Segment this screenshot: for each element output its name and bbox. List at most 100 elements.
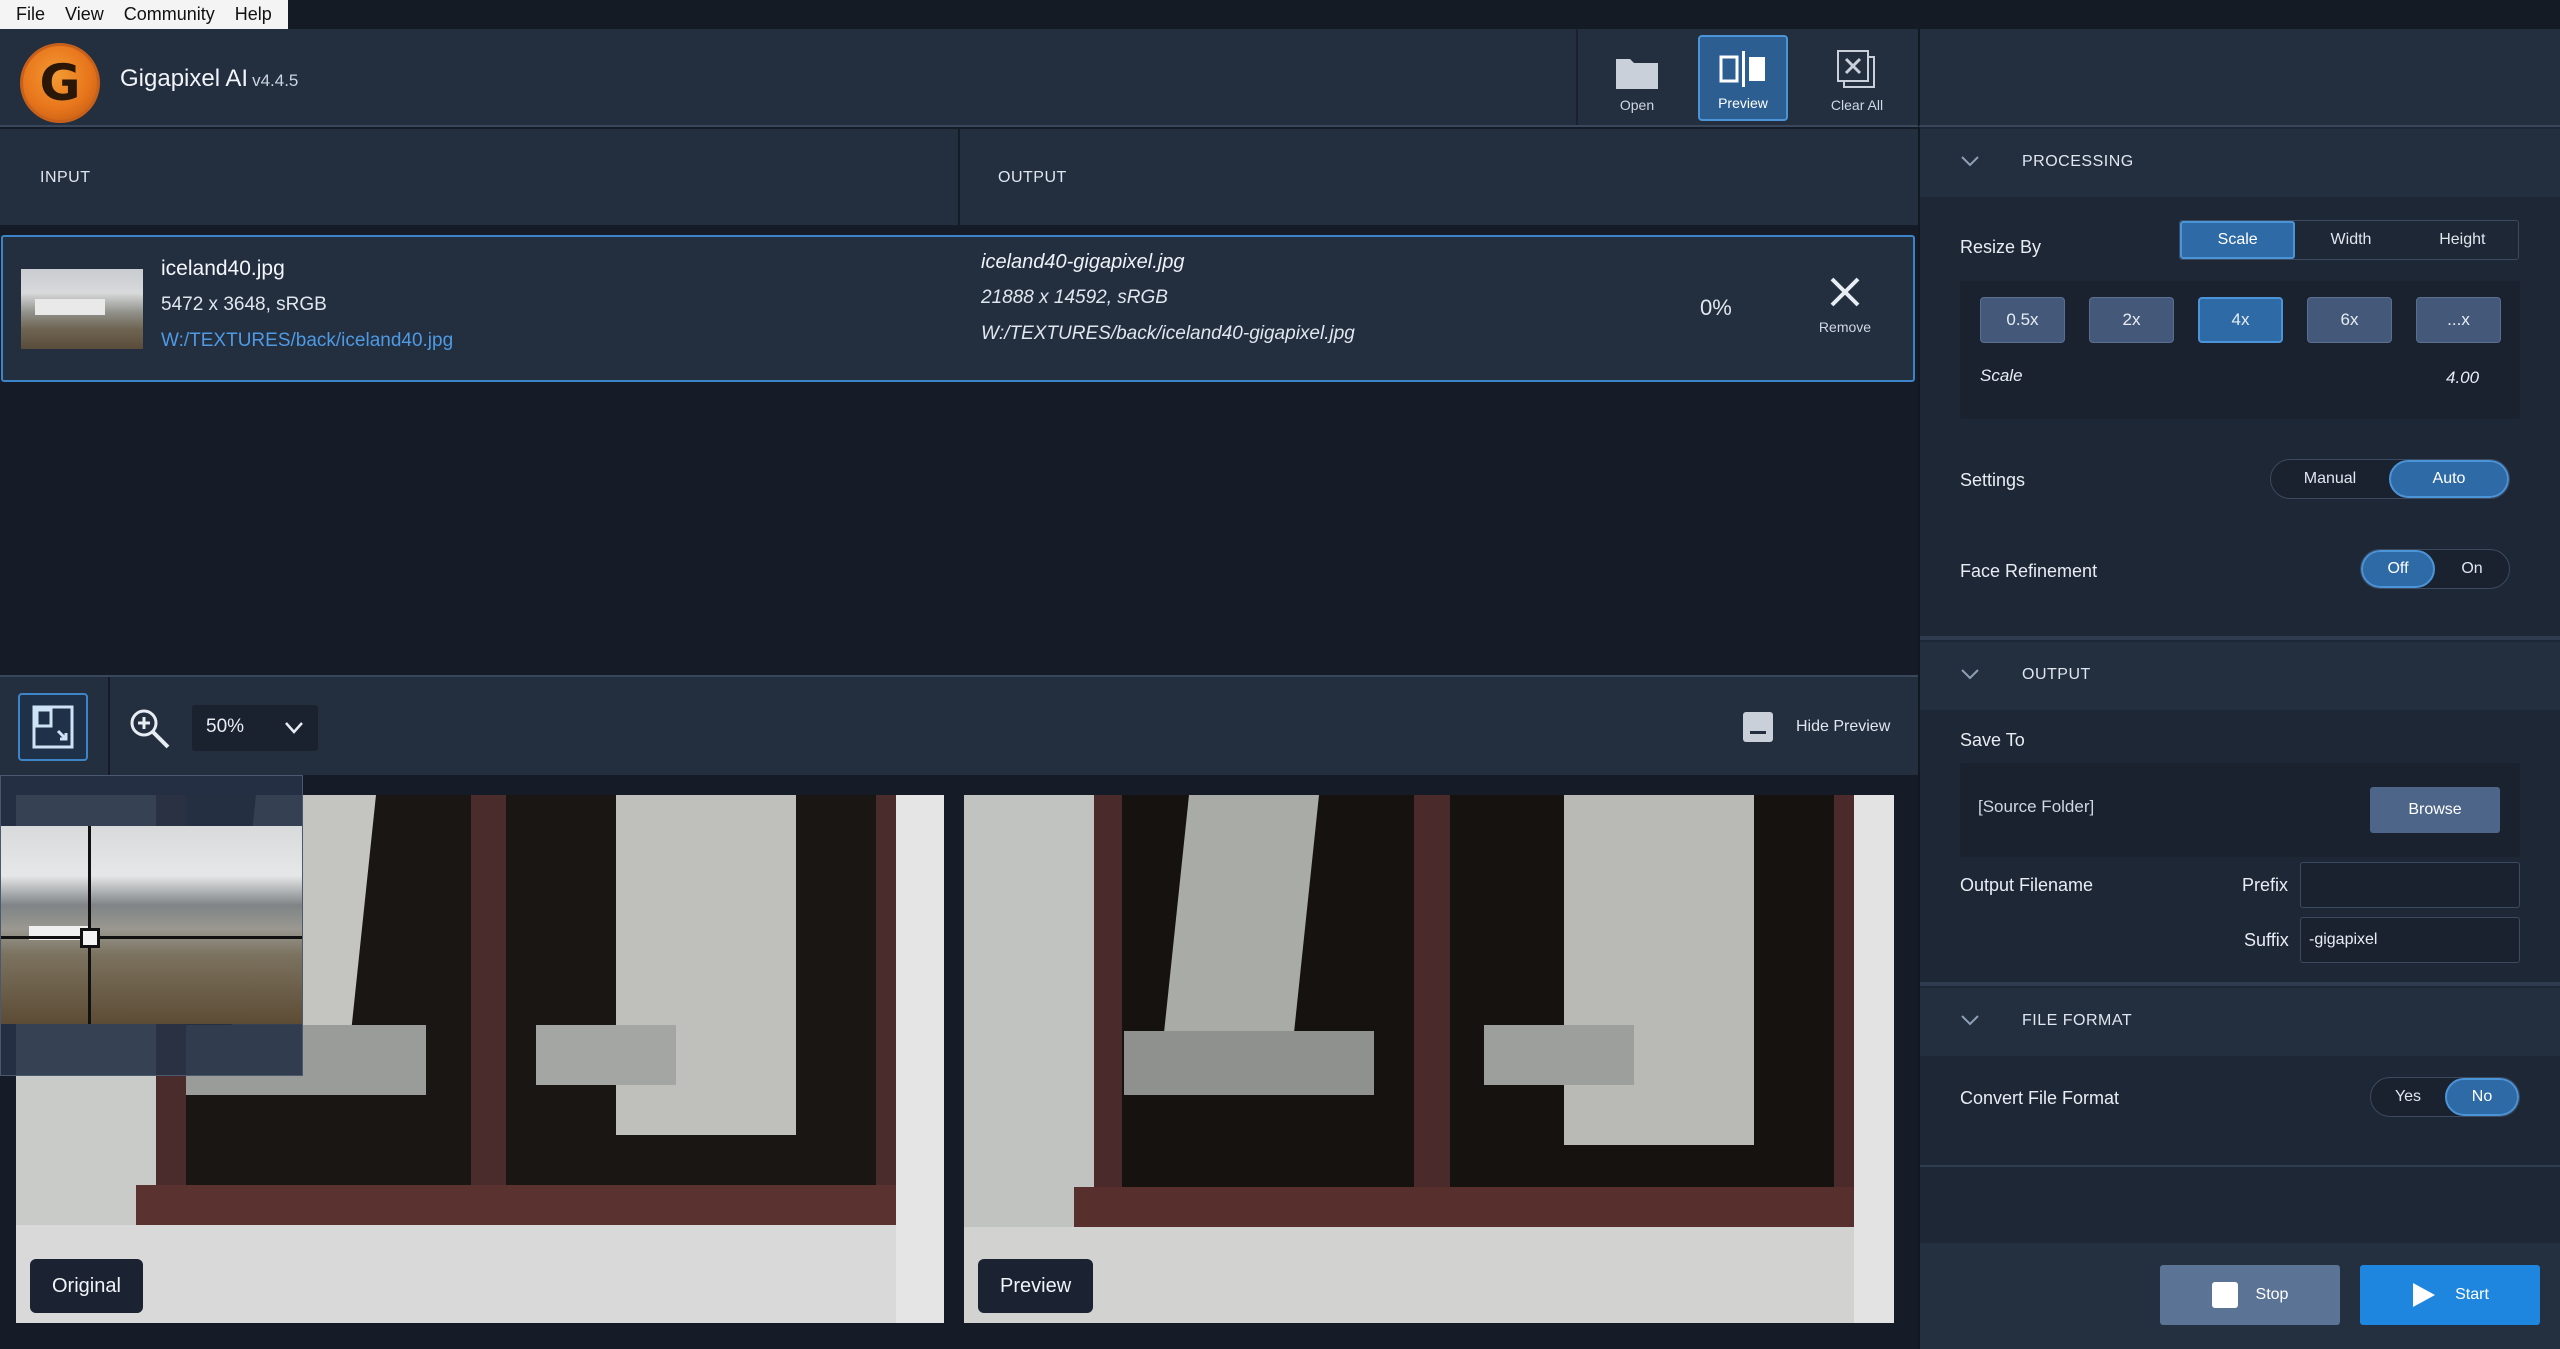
navigator-crosshair-horizontal: [1, 936, 302, 939]
face-refinement-off-option[interactable]: Off: [2361, 550, 2435, 588]
navigator-viewport-handle[interactable]: [80, 928, 100, 948]
face-refinement-toggle: Off On: [2360, 549, 2510, 589]
clear-all-icon: [1837, 50, 1875, 88]
convert-format-no-option[interactable]: No: [2445, 1078, 2519, 1116]
processing-section-header[interactable]: PROCESSING: [1920, 129, 2560, 197]
output-title: OUTPUT: [2022, 666, 2091, 683]
file-format-section-header[interactable]: FILE FORMAT: [1920, 988, 2560, 1056]
output-dimensions: 21888 x 14592, sRGB: [981, 287, 1168, 308]
menu-community[interactable]: Community: [114, 4, 225, 25]
preview-image: [964, 795, 1894, 1323]
face-refinement-label: Face Refinement: [1960, 561, 2098, 581]
navigator-crosshair-vertical: [88, 826, 91, 1024]
suffix-input[interactable]: -gigapixel: [2300, 917, 2520, 963]
convert-format-label: Convert File Format: [1960, 1088, 2120, 1108]
menu-help[interactable]: Help: [225, 4, 282, 25]
resize-tab-width[interactable]: Width: [2295, 221, 2406, 259]
suffix-label: Suffix: [2244, 930, 2289, 950]
navigator-icon: [32, 705, 74, 749]
stop-icon: [2211, 1282, 2238, 1308]
browse-button[interactable]: Browse: [2370, 787, 2500, 833]
prefix-input[interactable]: [2300, 862, 2520, 908]
settings-label: Settings: [1960, 470, 2026, 490]
clear-all-button[interactable]: Clear All: [1812, 35, 1902, 121]
chevron-down-icon: [285, 722, 303, 734]
file-row[interactable]: iceland40.jpg 5472 x 3648, sRGB W:/TEXTU…: [1, 235, 1915, 382]
open-label: Open: [1619, 97, 1655, 113]
input-column-header: INPUT: [40, 169, 91, 186]
file-thumbnail: [21, 269, 143, 349]
output-column-header: OUTPUT: [998, 169, 1067, 186]
chevron-down-icon: [1961, 156, 1979, 167]
hide-preview-button[interactable]: Hide Preview: [1742, 711, 1890, 743]
chevron-down-icon: [1961, 1015, 1979, 1026]
folder-icon: [1616, 59, 1658, 89]
progress-percent: 0%: [1700, 295, 1732, 320]
save-folder: [Source Folder]: [1978, 797, 2095, 816]
input-path-link[interactable]: W:/TEXTURES/back/iceland40.jpg: [161, 330, 453, 352]
preview-toggle-label: Preview: [1718, 95, 1768, 111]
app-logo: G: [20, 43, 100, 123]
face-refinement-on-option[interactable]: On: [2435, 550, 2509, 588]
resize-by-tabs: Scale Width Height: [2179, 220, 2519, 260]
navigator-panel[interactable]: [0, 775, 303, 1076]
app-name: Gigapixel AI: [120, 65, 249, 92]
navigator-thumbnail: [1, 826, 302, 1024]
scale-custom-button[interactable]: ...x: [2416, 297, 2501, 343]
remove-button[interactable]: Remove: [1815, 275, 1875, 335]
start-button[interactable]: Start: [2360, 1265, 2540, 1325]
section-divider: [1920, 1165, 2560, 1167]
menu-items: File View Community Help: [0, 0, 288, 29]
scale-label: Scale: [1980, 366, 2023, 385]
chevron-down-icon: [1961, 669, 1979, 680]
resize-tab-height[interactable]: Height: [2407, 221, 2518, 259]
file-format-title: FILE FORMAT: [2022, 1012, 2133, 1029]
settings-manual-option[interactable]: Manual: [2271, 460, 2389, 498]
scale-4x-button[interactable]: 4x: [2198, 297, 2283, 343]
thumbnail-house: [35, 299, 105, 315]
scale-value[interactable]: 4.00: [2446, 368, 2479, 388]
navigator-toggle-button[interactable]: [18, 693, 88, 761]
output-filename-label: Output Filename: [1960, 875, 2094, 895]
scale-options: 0.5x 2x 4x 6x ...x Scale 4.00: [1960, 281, 2520, 419]
column-divider: [958, 129, 960, 225]
save-to-box: [Source Folder] Browse: [1960, 763, 2520, 857]
processing-title: PROCESSING: [2022, 153, 2134, 170]
preview-toolbar: 50% Hide Preview: [0, 675, 1918, 775]
hide-preview-label: Hide Preview: [1796, 718, 1891, 735]
stop-button[interactable]: Stop: [2160, 1265, 2340, 1325]
app-version: v4.4.5: [252, 71, 299, 90]
preview-toggle-button[interactable]: Preview: [1698, 35, 1788, 121]
zoom-in-icon[interactable]: [128, 707, 172, 751]
app-title: Gigapixel AI v4.4.5: [120, 65, 298, 93]
remove-label: Remove: [1818, 319, 1872, 335]
split-view-icon: [1719, 51, 1765, 87]
menu-view[interactable]: View: [55, 4, 114, 25]
toolbar-divider: [1576, 29, 1578, 125]
section-divider: [1920, 636, 2560, 640]
zoom-value: 50%: [206, 716, 245, 737]
play-icon: [2413, 1283, 2436, 1307]
resize-tab-scale[interactable]: Scale: [2180, 221, 2296, 259]
scale-0-5x-button[interactable]: 0.5x: [1980, 297, 2065, 343]
open-button[interactable]: Open: [1592, 35, 1682, 121]
preview-area: Original Preview: [0, 775, 1918, 1349]
minimize-icon: [1743, 712, 1773, 742]
preview-pane[interactable]: Preview: [964, 795, 1894, 1323]
scale-6x-button[interactable]: 6x: [2307, 297, 2392, 343]
settings-auto-option[interactable]: Auto: [2389, 460, 2509, 498]
preview-label: Preview: [978, 1259, 1094, 1313]
right-panel-header: [1918, 29, 2560, 127]
output-section-header[interactable]: OUTPUT: [1920, 642, 2560, 710]
toolbar-divider: [108, 677, 110, 775]
scale-2x-button[interactable]: 2x: [2089, 297, 2174, 343]
stop-label: Stop: [2255, 1286, 2289, 1303]
start-label: Start: [2455, 1286, 2489, 1303]
convert-format-yes-option[interactable]: Yes: [2371, 1078, 2445, 1116]
section-divider: [1920, 982, 2560, 986]
menu-file[interactable]: File: [6, 4, 55, 25]
zoom-select[interactable]: 50%: [192, 705, 318, 751]
clear-all-label: Clear All: [1830, 97, 1884, 113]
app-logo-letter: G: [39, 54, 81, 112]
file-list-header: INPUT OUTPUT: [0, 129, 1918, 225]
